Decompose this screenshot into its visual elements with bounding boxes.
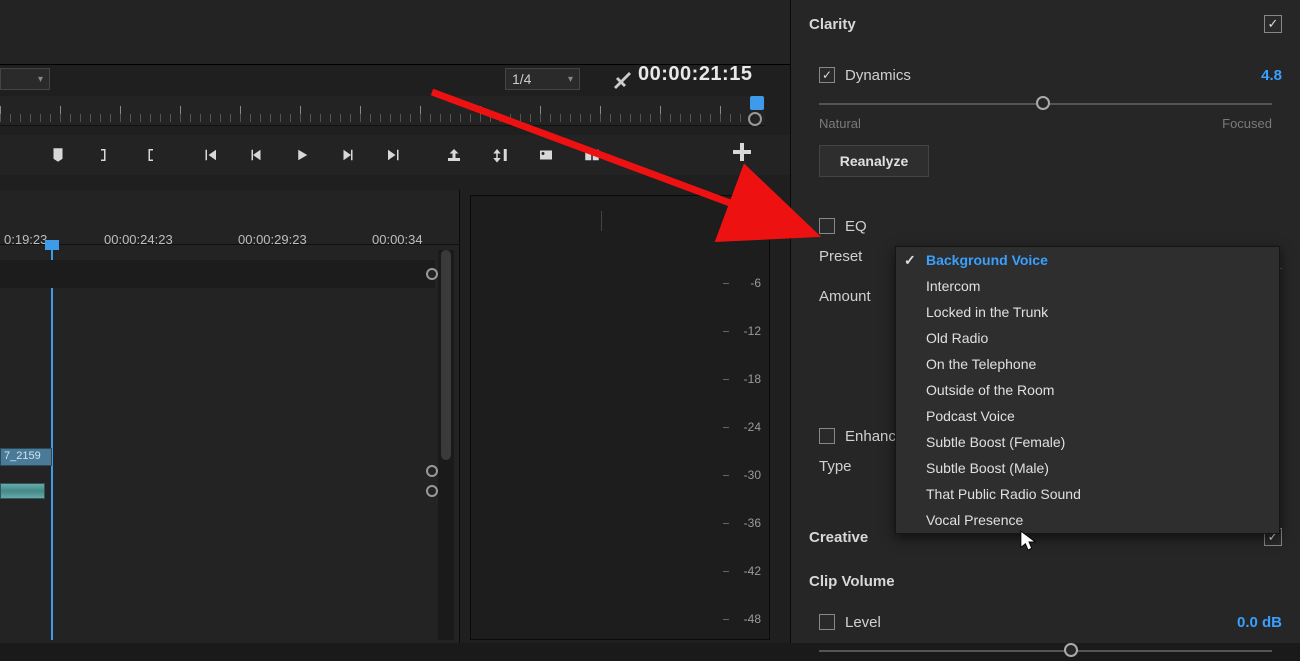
preset-dropdown-menu[interactable]: Background Voice Intercom Locked in the … [895,246,1280,534]
level-value[interactable]: 0.0 dB [1237,614,1282,631]
db-tick: -36 [731,516,761,530]
clarity-section-title: Clarity [809,16,856,33]
preset-option[interactable]: Subtle Boost (Female) [896,429,1279,455]
transport-controls [0,135,790,175]
preset-option[interactable]: On the Telephone [896,351,1279,377]
time-label: 00:00:24:23 [104,232,173,247]
preset-option[interactable]: Subtle Boost (Male) [896,455,1279,481]
dynamics-max-label: Focused [1222,116,1272,131]
program-monitor-placeholder [0,0,790,65]
meter-divider [601,211,602,231]
dynamics-value[interactable]: 4.8 [1261,67,1282,84]
go-to-in-icon[interactable] [187,135,233,175]
resolution-dropdown[interactable]: 1/4 ▾ [505,68,580,90]
keyframe-handle-icon[interactable] [426,465,438,477]
timeline-panel: 0:19:23 00:00:24:23 00:00:29:23 00:00:34… [0,190,460,643]
extract-icon[interactable] [477,135,523,175]
db-tick: -42 [731,564,761,578]
eq-checkbox[interactable] [819,218,835,234]
time-label: 00:00:34 [372,232,423,247]
preset-option[interactable]: That Public Radio Sound [896,481,1279,507]
audio-clip[interactable] [0,483,45,499]
video-track[interactable] [0,260,435,288]
step-forward-icon[interactable] [325,135,371,175]
button-editor-plus-icon[interactable] [730,140,754,164]
clip-volume-title: Clip Volume [809,573,895,590]
eq-label: EQ [845,218,867,235]
go-to-out-icon[interactable] [371,135,417,175]
out-point-marker[interactable] [750,96,764,110]
clarity-enable-checkbox[interactable] [1264,15,1282,33]
db-tick: -6 [731,276,761,290]
in-bracket-icon[interactable] [81,135,127,175]
preset-label: Preset [819,248,862,265]
comparison-view-icon[interactable] [569,135,615,175]
timeline-clip[interactable]: 7_2159 [0,448,52,466]
dynamics-slider[interactable] [819,94,1272,114]
slider-track [819,650,1272,652]
dynamics-checkbox[interactable] [819,67,835,83]
dynamics-min-label: Natural [819,116,861,131]
scrollbar-thumb[interactable] [441,250,451,460]
level-checkbox[interactable] [819,614,835,630]
chevron-down-icon: ▾ [568,74,573,85]
slider-thumb[interactable] [1036,96,1050,110]
db-tick: -48 [731,612,761,626]
playhead-marker[interactable] [45,240,59,250]
db-tick: -12 [731,324,761,338]
timeline-ruler[interactable]: 0:19:23 00:00:24:23 00:00:29:23 00:00:34 [0,190,460,245]
type-label: Type [819,458,852,475]
preset-option[interactable]: Intercom [896,273,1279,299]
timecode-display[interactable]: 00:00:21:15 [638,63,752,86]
playhead-line[interactable] [51,250,53,640]
preset-option[interactable]: Background Voice [896,247,1279,273]
preset-option[interactable]: Outside of the Room [896,377,1279,403]
marker-icon[interactable] [35,135,81,175]
zoom-dropdown[interactable]: ▾ [0,68,50,90]
time-label: 00:00:29:23 [238,232,307,247]
preset-option[interactable]: Podcast Voice [896,403,1279,429]
chevron-down-icon: ▾ [38,74,43,85]
preset-option[interactable]: Vocal Presence [896,507,1279,533]
audio-meter-panel: -6 -12 -18 -24 -30 -36 -42 -48 [470,195,770,640]
dynamics-label: Dynamics [845,67,911,84]
slider-thumb[interactable] [1064,643,1078,657]
creative-section-title: Creative [809,529,868,546]
keyframe-handle-icon[interactable] [426,268,438,280]
ruler-handle-icon[interactable] [748,112,762,126]
reanalyze-button-label: Reanalyze [840,153,908,169]
lift-icon[interactable] [431,135,477,175]
enhance-checkbox[interactable] [819,428,835,444]
preset-option[interactable]: Locked in the Trunk [896,299,1279,325]
amount-label: Amount [819,288,871,305]
ruler-ticks [0,96,765,125]
resolution-value: 1/4 [512,71,531,87]
step-back-icon[interactable] [233,135,279,175]
timeline-vertical-scrollbar[interactable] [438,250,454,640]
export-frame-icon[interactable] [523,135,569,175]
level-slider[interactable] [819,641,1272,661]
editor-left-area: ▾ 1/4 ▾ 00:00:21:15 0:19:23 00:00:24:23 [0,0,790,643]
reanalyze-button[interactable]: Reanalyze [819,145,929,177]
db-tick: -24 [731,420,761,434]
level-label: Level [845,614,881,631]
db-tick: -30 [731,468,761,482]
keyframe-handle-icon[interactable] [426,485,438,497]
time-label: 0:19:23 [4,232,47,247]
db-tick: -18 [731,372,761,386]
out-bracket-icon[interactable] [127,135,173,175]
settings-wrench-icon[interactable] [608,66,632,90]
play-icon[interactable] [279,135,325,175]
preset-option[interactable]: Old Radio [896,325,1279,351]
program-ruler[interactable] [0,96,765,126]
